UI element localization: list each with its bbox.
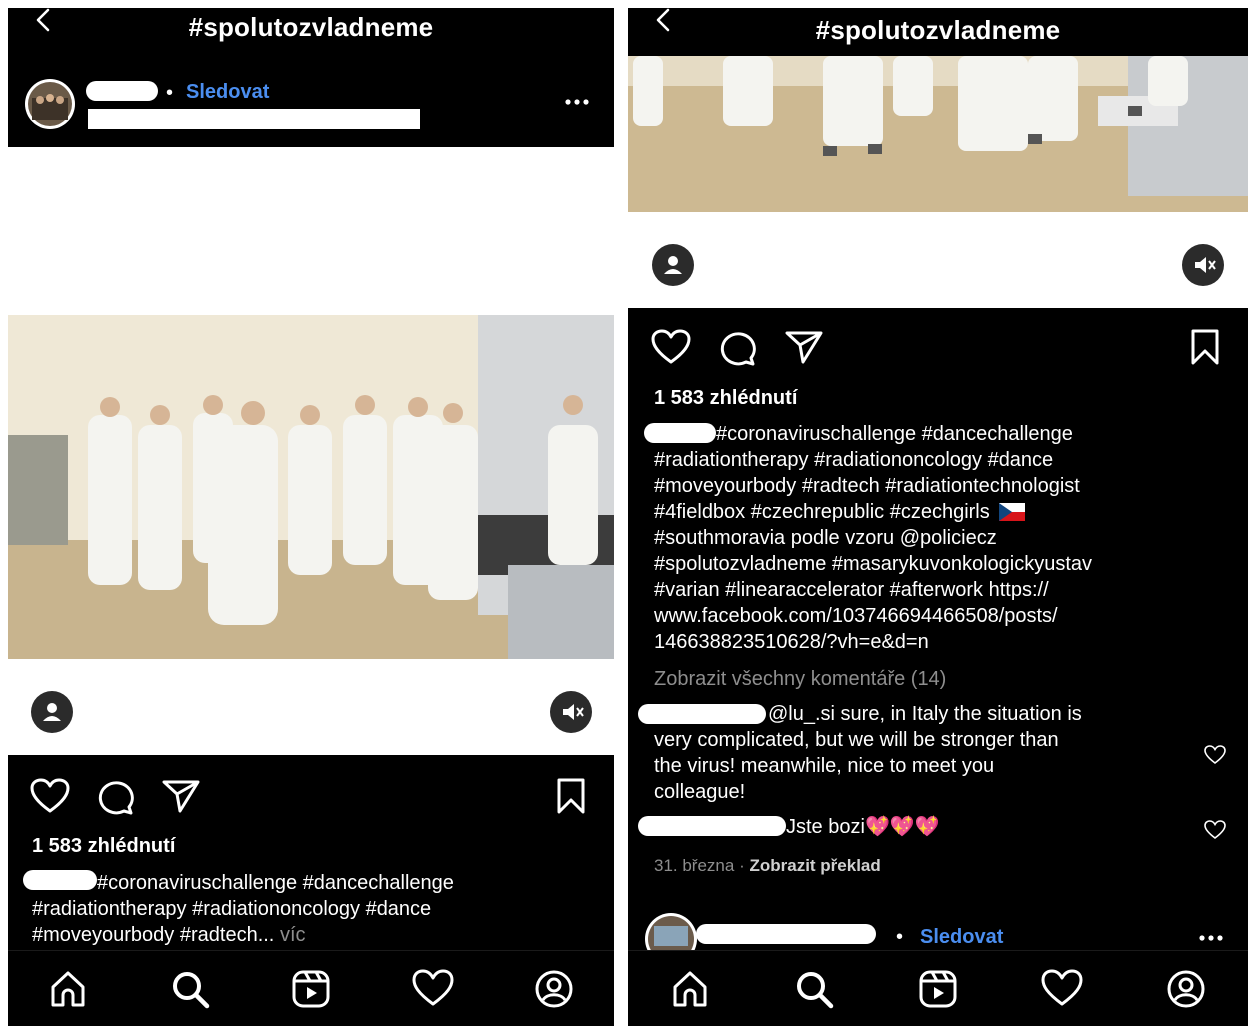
home-icon[interactable]: [48, 969, 88, 1009]
video-frame: [8, 315, 614, 659]
caption-line: #4fieldbox #czechrepublic #czechgirls: [654, 500, 1026, 526]
caption-line: #varian #linearaccelerator #afterwork ht…: [654, 579, 1049, 601]
redacted-caption-username: [23, 870, 97, 890]
more-options-icon[interactable]: [1198, 934, 1224, 942]
caption-line[interactable]: www.facebook.com/103746694466508/posts/: [654, 604, 1058, 630]
like-heart-icon[interactable]: [30, 778, 70, 814]
redacted-commenter: [638, 816, 786, 836]
user-tag-icon[interactable]: [31, 691, 73, 733]
views-count: 1 583 zhlédnutí: [32, 835, 176, 857]
sparkle-heart-emojis: 💖💖💖: [864, 816, 940, 838]
comment-text: Jste bozi💖💖💖: [786, 816, 940, 838]
caption-line: #coronaviruschallenge #dancechallenge: [716, 423, 1073, 445]
mute-icon[interactable]: [550, 691, 592, 733]
redacted-location: [88, 109, 420, 129]
profile-icon[interactable]: [534, 969, 574, 1009]
caption-line: #coronaviruschallenge #dancechallenge: [97, 872, 454, 894]
user-tag-icon[interactable]: [652, 244, 694, 286]
hashtag-title: #spolutozvladneme: [815, 15, 1061, 45]
like-heart-icon[interactable]: [651, 329, 691, 365]
caption-line: #spolutozvladneme #masarykuvonkologickyu…: [654, 553, 1093, 575]
video-frame: [628, 56, 1248, 212]
top-bar: #spolutozvladneme: [628, 8, 1248, 54]
reels-icon[interactable]: [291, 969, 331, 1009]
bottom-nav: [8, 950, 614, 1026]
czech-flag-icon: [999, 503, 1026, 521]
view-all-comments-link[interactable]: Zobrazit všechny komentáře (14): [654, 667, 946, 693]
redacted-username: [696, 924, 876, 944]
more-options-icon[interactable]: [564, 98, 590, 106]
search-icon[interactable]: [794, 969, 834, 1009]
next-post-avatar[interactable]: [644, 912, 698, 952]
follow-link[interactable]: Sledovat: [186, 80, 269, 106]
video-player[interactable]: [628, 56, 1248, 212]
caption-line: #moveyourbody #radtech #radiationtechnol…: [654, 475, 1080, 497]
views-count: 1 583 zhlédnutí: [654, 387, 798, 409]
comment-like-heart-icon[interactable]: [1204, 745, 1226, 765]
share-icon[interactable]: [162, 779, 200, 813]
save-bookmark-icon[interactable]: [556, 778, 586, 814]
redacted-caption-username: [644, 423, 716, 443]
caption-line: #moveyourbody #radtech... víc: [32, 924, 306, 946]
more-link[interactable]: víc: [280, 924, 306, 946]
comment-like-heart-icon[interactable]: [1204, 820, 1226, 840]
right-screenshot: #spolutozvladneme 1 583 zhlédnutí #coron…: [628, 8, 1248, 1026]
left-screenshot: #spolutozvladneme • Sledovat 1 583 zhléd…: [8, 8, 614, 1026]
comment-icon[interactable]: [96, 779, 134, 815]
comment-icon[interactable]: [718, 330, 756, 366]
mute-icon[interactable]: [1182, 244, 1224, 286]
share-icon[interactable]: [785, 330, 823, 364]
video-player[interactable]: [8, 315, 614, 659]
search-icon[interactable]: [170, 969, 210, 1009]
translate-link[interactable]: Zobrazit překlad: [749, 856, 880, 875]
comment-text: the virus! meanwhile, nice to meet you: [654, 755, 995, 777]
caption-line: #radiationtherapy #radiationoncology #da…: [654, 449, 1054, 471]
comment-text: @lu_.si sure, in Italy the situation is: [768, 703, 1082, 725]
redacted-username: [86, 81, 158, 101]
home-icon[interactable]: [670, 969, 710, 1009]
redacted-commenter: [638, 704, 766, 724]
comment-meta: 31. března · Zobrazit překlad: [654, 856, 881, 875]
bottom-nav: [628, 950, 1248, 1026]
profile-icon[interactable]: [1166, 969, 1206, 1009]
top-bar: #spolutozvladneme: [8, 8, 614, 54]
comment-text: colleague!: [654, 781, 746, 803]
save-bookmark-icon[interactable]: [1190, 329, 1220, 365]
comment-date: 31. března: [654, 856, 735, 875]
caption-line: #radiationtherapy #radiationoncology #da…: [32, 898, 432, 920]
reels-icon[interactable]: [918, 969, 958, 1009]
activity-heart-icon[interactable]: [1041, 969, 1083, 1007]
caption-line: #southmoravia podle vzoru @policiecz: [654, 527, 997, 549]
post-avatar[interactable]: [24, 78, 76, 130]
caption-line[interactable]: 146638823510628/?vh=e&d=n: [654, 630, 929, 656]
hashtag-title: #spolutozvladneme: [188, 12, 434, 42]
comment-text: very complicated, but we will be stronge…: [654, 729, 1059, 751]
activity-heart-icon[interactable]: [412, 969, 454, 1007]
follow-link[interactable]: Sledovat: [920, 925, 1003, 951]
